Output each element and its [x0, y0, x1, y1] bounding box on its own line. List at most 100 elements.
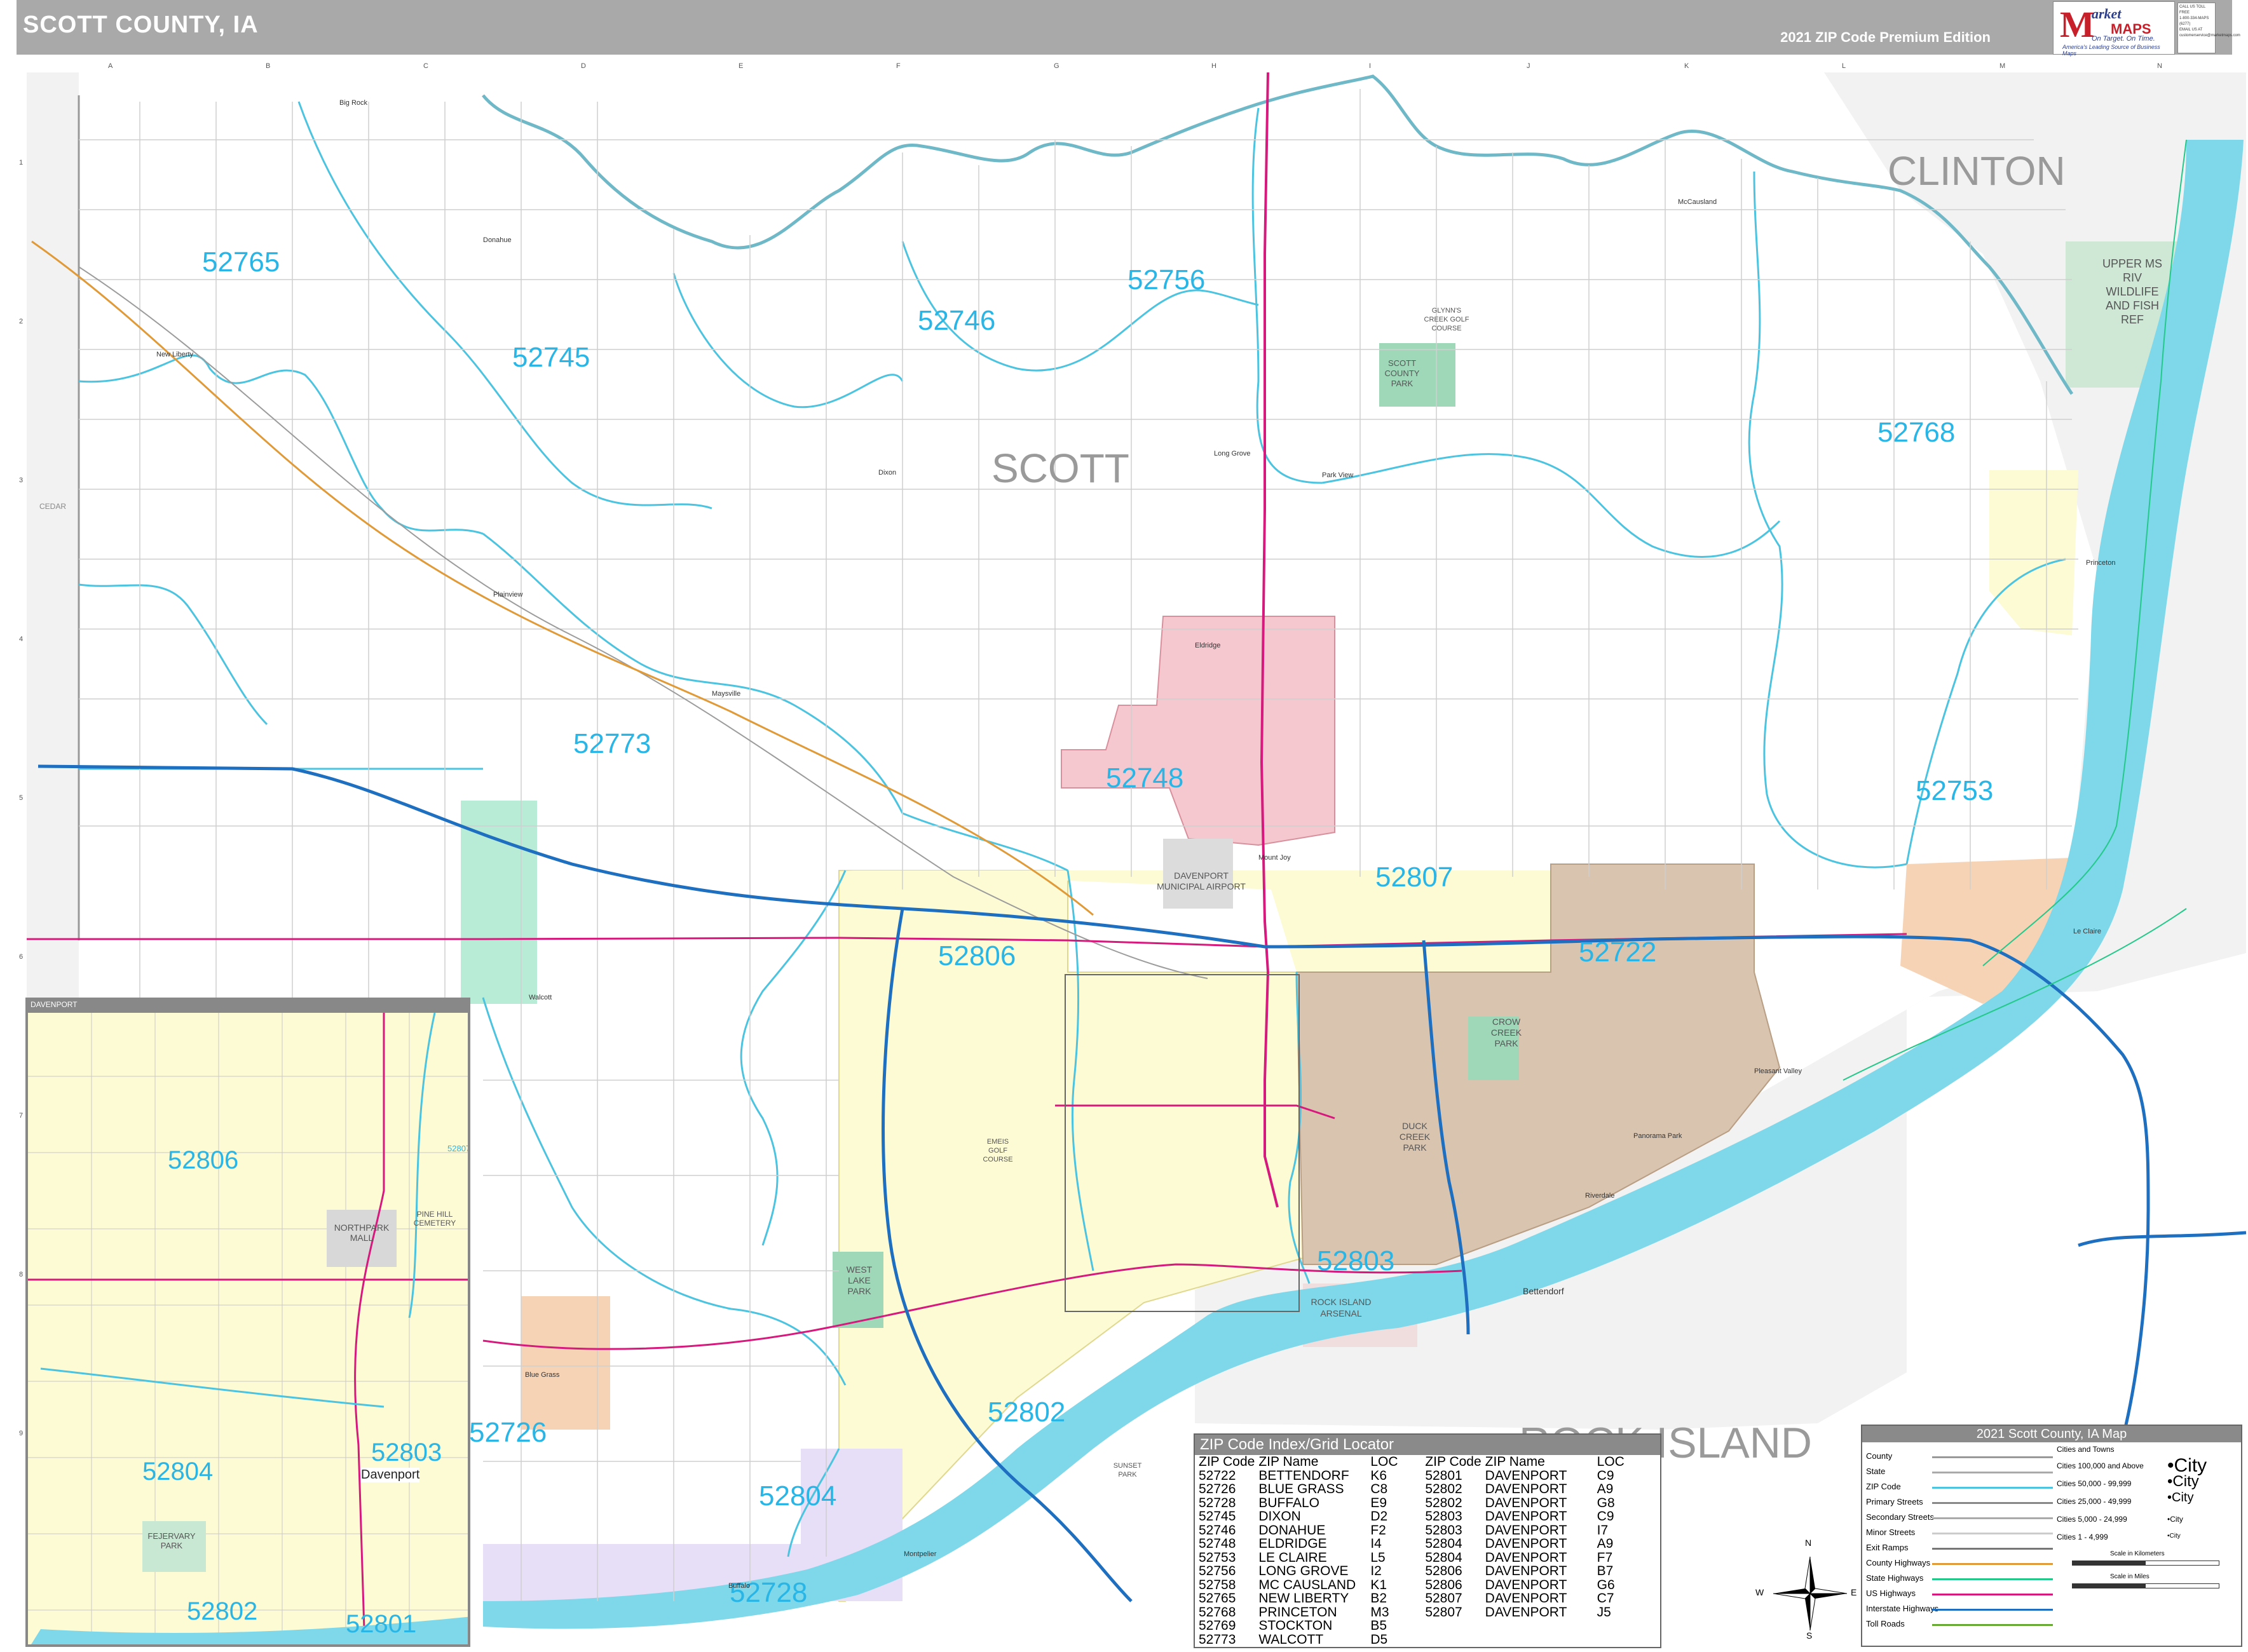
zip-index-cell: 52748 [1199, 1536, 1236, 1551]
blue-grass-area [521, 1296, 610, 1430]
county-label-clinton: CLINTON [1888, 148, 2066, 194]
zip-index-header: ZIP Code [1199, 1454, 1255, 1469]
zip-index-cell: C7 [1597, 1591, 1614, 1606]
zip-index-cell: 52804 [1425, 1536, 1462, 1551]
zip-index-cell: B5 [1370, 1618, 1387, 1633]
place-label: Eldridge [1195, 642, 1221, 649]
grid-row-number: 1 [19, 159, 24, 166]
zip-index-row: 52753 LE CLAIRE L5 52804 DAVENPORT F7 [1199, 1550, 1628, 1565]
inset-park-label: PINE HILL CEMETERY [413, 1210, 456, 1228]
park-label: GLYNN'S CREEK GOLF COURSE [1424, 307, 1469, 332]
davenport-inset-map[interactable]: DAVENPORT 52806 52804 52803 52802 52801 … [25, 998, 470, 1647]
place-label: Plainview [493, 591, 523, 599]
zip-index-cell: F7 [1597, 1550, 1613, 1565]
place-label: Mount Joy [1258, 854, 1291, 862]
legend-scale-mi: Scale in Miles [2110, 1573, 2149, 1580]
park-label: DUCK CREEK PARK [1399, 1121, 1431, 1153]
inset-zip-label: 52803 [371, 1439, 442, 1466]
place-label: Blue Grass [525, 1371, 560, 1379]
zip-index-cell: BETTENDORF [1258, 1468, 1349, 1483]
zip-index-cell: 52726 [1199, 1482, 1236, 1496]
legend-city-sample: •City [2167, 1491, 2194, 1505]
zip-index-cell: PRINCETON [1258, 1604, 1337, 1620]
legend-item-label: County Highways [1866, 1558, 1931, 1567]
legend-item-line [1932, 1563, 2053, 1565]
inset-park-label: FEJERVARY PARK [147, 1531, 196, 1550]
grid-row-number: 7 [19, 1112, 24, 1120]
legend-item-line [1932, 1594, 2053, 1595]
legend-city-label: Cities 25,000 - 49,999 [2057, 1497, 2132, 1506]
grid-column-letter: C [423, 62, 428, 70]
inset-zip-label: 52801 [346, 1610, 417, 1638]
zip-index-cell: B7 [1597, 1564, 1614, 1578]
zip-index-cell: 52765 [1199, 1591, 1236, 1606]
zip-index-cell: NEW LIBERTY [1258, 1591, 1349, 1606]
zip-code-label: 52765 [202, 247, 280, 278]
legend-city-label: Cities 1 - 4,999 [2057, 1533, 2108, 1541]
zip-index-cell: E9 [1370, 1495, 1387, 1510]
legend-item-label: ZIP Code [1866, 1482, 1901, 1491]
place-label: Big Rock [339, 99, 368, 107]
zip-index-cell: DAVENPORT [1485, 1536, 1567, 1551]
zip-index-cell: DAVENPORT [1485, 1577, 1567, 1592]
place-label: Bettendorf [1523, 1286, 1564, 1296]
zip-index-cell: 52803 [1425, 1509, 1462, 1524]
zip-index-cell [1597, 1633, 1628, 1647]
inset-roads [28, 1012, 468, 1644]
zip-index-cell: 52802 [1425, 1482, 1462, 1496]
zip-code-label: 52807 [1375, 862, 1454, 893]
grid-column-letter: G [1054, 62, 1059, 70]
zip-index-cell: DAVENPORT [1485, 1468, 1567, 1483]
zip-index-cell: C9 [1597, 1468, 1614, 1483]
zip-code-index: ZIP Code Index/Grid Locator ZIP Code ZIP… [1194, 1433, 1661, 1648]
zip-index-cell: 52746 [1199, 1522, 1236, 1538]
park-label: CROW CREEK PARK [1490, 1017, 1522, 1048]
grid-column-letter: N [2157, 62, 2162, 70]
zip-code-label: 52773 [573, 728, 651, 759]
compass-w: W [1755, 1587, 1764, 1597]
zip-index-cell: DAVENPORT [1485, 1495, 1567, 1510]
grid-row-number: 9 [19, 1430, 24, 1437]
grid-column-letter: K [1684, 62, 1689, 70]
zip-index-cell: 52803 [1425, 1522, 1462, 1538]
zip-index-row: 52745 DIXON D2 52803 DAVENPORT C9 [1199, 1510, 1628, 1524]
zip-index-cell: G6 [1597, 1577, 1615, 1592]
legend-cities-title: Cities and Towns [2057, 1445, 2115, 1454]
inset-zip-label: 52804 [142, 1458, 214, 1486]
legend-item-label: State Highways [1866, 1573, 1924, 1583]
county-label-scott: SCOTT [991, 445, 1129, 491]
place-label: Riverdale [1585, 1192, 1615, 1200]
zip-index-cell: L5 [1370, 1550, 1386, 1565]
legend-title: 2021 Scott County, IA Map [1862, 1426, 2241, 1442]
park-label: UPPER MS RIV WILDLIFE AND FISH REF [2102, 257, 2163, 326]
zip-index-cell: C8 [1370, 1482, 1388, 1496]
grid-column-letter: A [108, 62, 113, 70]
legend-item-line [1932, 1456, 2053, 1458]
zip-index-cell: M3 [1370, 1604, 1389, 1620]
inset-zip-label: 52806 [168, 1146, 239, 1174]
zip-index-cell: DAVENPORT [1485, 1482, 1567, 1496]
legend-item-line [1932, 1578, 2053, 1580]
zip-index-cell: 52806 [1425, 1577, 1462, 1592]
zip-code-label: 52746 [918, 305, 996, 336]
zip-index-cell: LONG GROVE [1258, 1564, 1349, 1578]
legend-city-sample: •City [2167, 1473, 2199, 1490]
zip-index-row: 52765 NEW LIBERTY B2 52807 DAVENPORT C7 [1199, 1592, 1628, 1606]
legend-item-label: Toll Roads [1866, 1619, 1905, 1628]
zip-index-cell: DAVENPORT [1485, 1591, 1567, 1606]
zip-index-row: 52769 STOCKTON B5 [1199, 1619, 1628, 1633]
zip-index-cell: C9 [1597, 1509, 1614, 1524]
grid-column-letter: J [1527, 62, 1530, 70]
legend-item-line [1932, 1472, 2053, 1473]
legend-item-line [1932, 1624, 2053, 1626]
zip-index-cell: I7 [1597, 1522, 1609, 1538]
zip-index-header: ZIP Code [1425, 1454, 1482, 1469]
zip-index-cell: 52807 [1425, 1604, 1462, 1620]
zip-index-cell [1425, 1619, 1485, 1633]
zip-index-cell: WALCOTT [1258, 1632, 1324, 1647]
zip-code-label: 52806 [938, 940, 1016, 972]
grid-column-letter: F [896, 62, 901, 70]
zip-index-cell: K6 [1370, 1468, 1387, 1483]
legend-item-line [1932, 1487, 2053, 1489]
zip-code-label: 52804 [759, 1480, 837, 1512]
